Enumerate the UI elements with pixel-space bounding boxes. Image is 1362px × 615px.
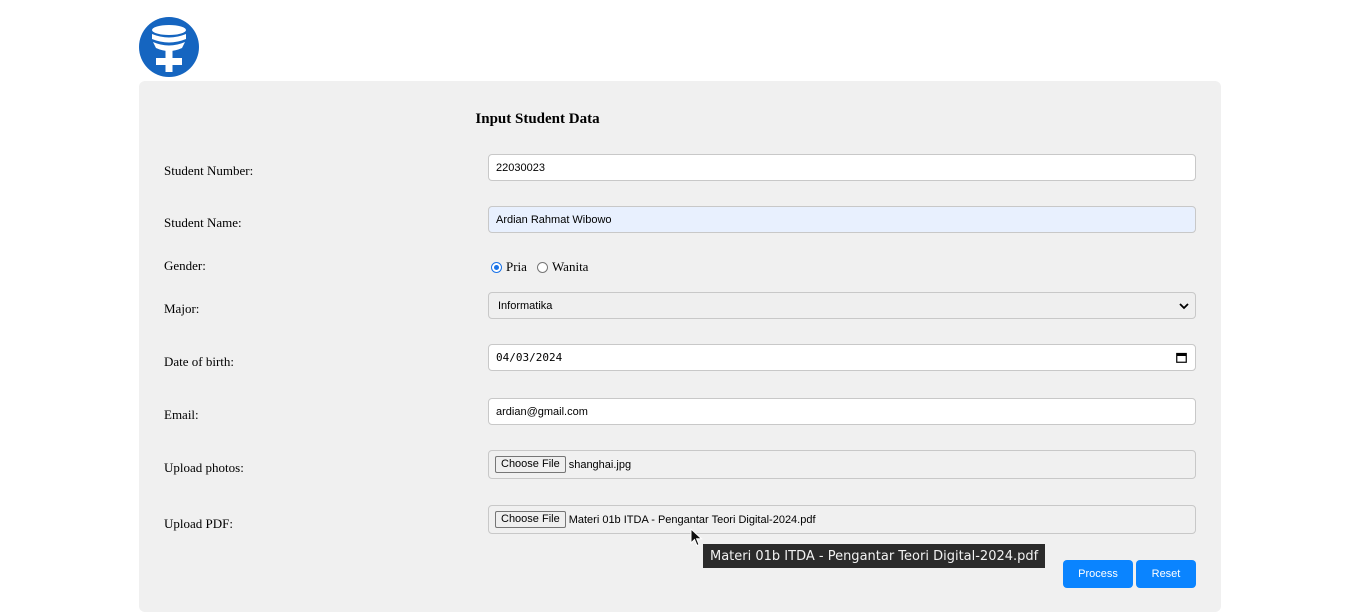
- major-select[interactable]: Informatika: [488, 292, 1196, 319]
- database-plus-logo-icon: [139, 17, 199, 77]
- reset-button[interactable]: Reset: [1136, 560, 1196, 588]
- choose-photo-button[interactable]: Choose File: [495, 456, 566, 473]
- chevron-down-icon: [1179, 302, 1189, 309]
- major-label: Major:: [164, 301, 200, 316]
- dob-label: Date of birth:: [164, 354, 235, 369]
- form-title: Input Student Data: [475, 111, 600, 127]
- student-name-value: Ardian Rahmat Wibowo: [496, 213, 612, 226]
- dob-value: 04/03/2024: [496, 351, 563, 364]
- gender-option-wanita-label: Wanita: [551, 259, 589, 274]
- mouse-cursor-icon: [690, 528, 703, 547]
- student-name-input[interactable]: Ardian Rahmat Wibowo: [488, 206, 1196, 233]
- student-number-input[interactable]: 22030023: [488, 154, 1196, 181]
- email-label: Email:: [164, 407, 199, 422]
- photo-filename: shanghai.jpg: [568, 458, 632, 471]
- upload-photos-input[interactable]: Choose File shanghai.jpg: [488, 450, 1196, 479]
- gender-option-pria-label: Pria: [506, 259, 527, 274]
- student-number-label: Student Number:: [164, 163, 254, 178]
- upload-pdf-input[interactable]: Choose File Materi 01b ITDA - Pengantar …: [488, 505, 1196, 534]
- major-selected-value: Informatika: [498, 299, 553, 312]
- gender-radio-group: Pria Wanita: [491, 259, 588, 275]
- upload-pdf-label: Upload PDF:: [164, 516, 233, 531]
- gender-radio-pria[interactable]: [491, 261, 502, 273]
- student-number-value: 22030023: [496, 161, 545, 174]
- process-button[interactable]: Process: [1063, 560, 1133, 588]
- gender-radio-wanita[interactable]: [536, 261, 548, 273]
- email-input[interactable]: ardian@gmail.com: [488, 398, 1196, 425]
- gender-label: Gender:: [164, 258, 206, 273]
- email-value: ardian@gmail.com: [496, 405, 588, 418]
- calendar-icon[interactable]: [1176, 352, 1187, 363]
- filename-tooltip: Materi 01b ITDA - Pengantar Teori Digita…: [703, 544, 1046, 568]
- dob-input[interactable]: 04/03/2024: [488, 344, 1196, 371]
- student-form-card: Input Student Data Student Number: 22030…: [139, 81, 1221, 612]
- upload-photos-label: Upload photos:: [164, 460, 244, 475]
- choose-pdf-button[interactable]: Choose File: [495, 511, 566, 528]
- pdf-filename: Materi 01b ITDA - Pengantar Teori Digita…: [568, 513, 816, 526]
- student-name-label: Student Name:: [164, 215, 242, 230]
